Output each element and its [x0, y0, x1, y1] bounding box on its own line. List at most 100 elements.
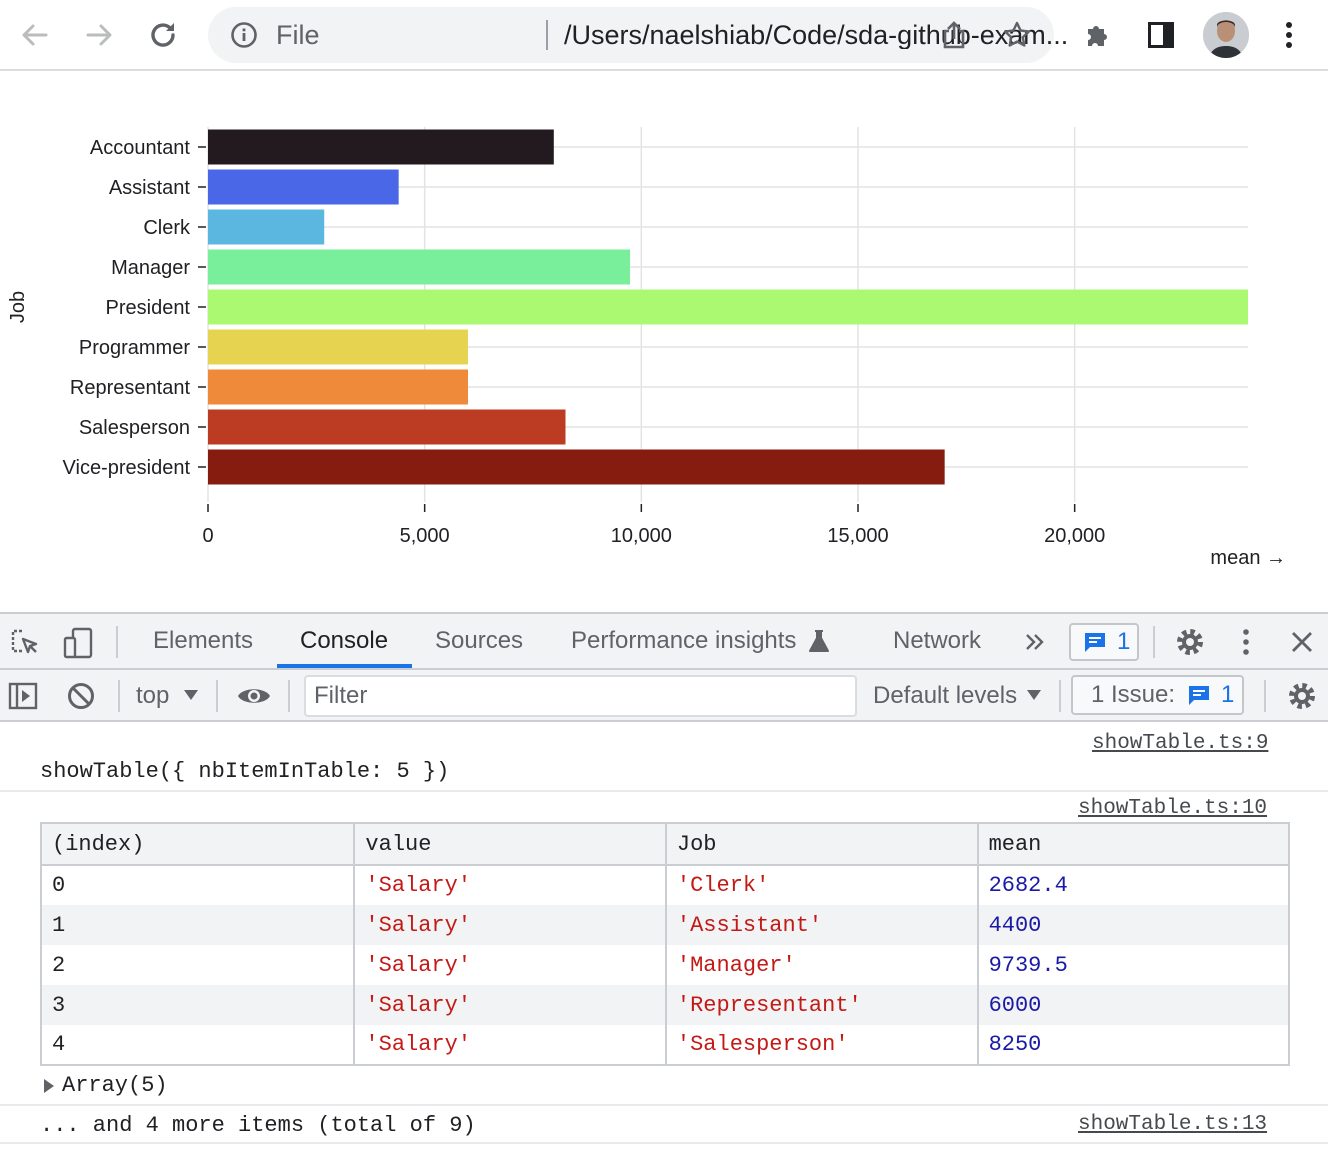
- job-cell: 'Manager': [664, 945, 979, 985]
- tab-sources[interactable]: Sources: [435, 627, 523, 655]
- y-axis-title: Job: [7, 291, 29, 323]
- log-levels-selector[interactable]: Default levels: [873, 682, 1017, 710]
- array-expander[interactable]: Array(5): [42, 1073, 168, 1098]
- sidebar-toggle-icon[interactable]: [8, 682, 38, 710]
- index-cell: 1: [39, 905, 356, 945]
- x-tick-label: 5,000: [400, 525, 450, 547]
- column-header[interactable]: Job: [664, 822, 979, 866]
- index-cell: 4: [39, 1025, 356, 1066]
- device-toolbar-icon[interactable]: [62, 626, 94, 660]
- y-tick-label: Representant: [70, 377, 191, 399]
- bar: [208, 289, 1248, 325]
- bar: [208, 369, 468, 405]
- browser-toolbar: File /Users/naelshiab/Code/sda-github-ex…: [0, 0, 1328, 71]
- avatar-image: [1203, 12, 1249, 58]
- index-cell: 0: [39, 865, 356, 905]
- x-axis-title: mean →: [1210, 547, 1286, 569]
- kebab-menu-icon: [1286, 22, 1292, 48]
- tab-divider: [116, 626, 118, 658]
- bar-chart: Accountant Assistant Clerk Manager President…: [0, 73, 1328, 613]
- source-link[interactable]: showTable.ts:13: [1078, 1113, 1267, 1136]
- y-tick-label: Assistant: [109, 177, 191, 199]
- chart-svg: Accountant Assistant Clerk Manager President…: [7, 127, 1286, 569]
- reload-button[interactable]: [142, 14, 184, 56]
- job-cell: 'Representant': [664, 985, 979, 1025]
- console-log-message: showTable({ nbItemInTable: 5 }): [40, 759, 450, 784]
- forward-arrow-icon: [86, 24, 112, 46]
- customize-menu-icon[interactable]: [1240, 627, 1252, 657]
- table-row: 1 'Salary' 'Assistant' 4400: [39, 905, 1291, 945]
- close-icon[interactable]: [1290, 630, 1314, 654]
- value-cell: 'Salary': [353, 905, 667, 945]
- address-bar[interactable]: File /Users/naelshiab/Code/sda-github-ex…: [208, 7, 1068, 63]
- chrome-menu-button[interactable]: [1268, 14, 1310, 56]
- profile-avatar[interactable]: [1203, 12, 1249, 58]
- index-cell: 2: [39, 945, 356, 985]
- bar: [208, 209, 325, 245]
- devtools-panel: Elements Console Sources Performance ins…: [0, 612, 1328, 1150]
- chevron-down-icon: [1027, 690, 1041, 700]
- tab-elements[interactable]: Elements: [153, 627, 253, 655]
- devtools-tab-bar: Elements Console Sources Performance ins…: [0, 614, 1328, 670]
- column-header[interactable]: value: [353, 822, 667, 866]
- index-cell: 3: [39, 985, 356, 1025]
- side-panel-button[interactable]: [1140, 14, 1182, 56]
- job-cell: 'Clerk': [664, 865, 979, 905]
- messages-badge[interactable]: 1: [1069, 623, 1139, 661]
- y-tick-label: Vice-president: [63, 457, 191, 479]
- puzzle-piece-icon: [1088, 26, 1107, 46]
- mean-cell: 9739.5: [976, 945, 1291, 985]
- filter-input[interactable]: [306, 677, 855, 715]
- mean-cell: 4400: [976, 905, 1291, 945]
- column-header[interactable]: mean: [976, 822, 1291, 866]
- table-row: 0 'Salary' 'Clerk' 2682.4: [39, 865, 1291, 905]
- tab-network[interactable]: Network: [893, 627, 981, 655]
- side-panel-icon: [1148, 22, 1174, 48]
- console-toolbar: top Default levels 1 Issue: 1: [0, 670, 1328, 722]
- extensions-button[interactable]: [1077, 14, 1119, 56]
- reload-icon: [151, 23, 175, 47]
- bookmark-star-icon[interactable]: [1002, 20, 1032, 50]
- column-header[interactable]: (index): [39, 822, 356, 866]
- toolbar-divider: [1264, 680, 1266, 712]
- mean-cell: 2682.4: [976, 865, 1291, 905]
- source-link[interactable]: showTable.ts:10: [1078, 797, 1267, 820]
- issues-button[interactable]: 1 Issue: 1: [1071, 675, 1244, 715]
- inspect-element-icon[interactable]: [10, 628, 40, 658]
- expand-triangle-icon: [44, 1078, 54, 1093]
- settings-gear-icon[interactable]: [1174, 626, 1206, 658]
- source-link[interactable]: showTable.ts:9: [1092, 732, 1268, 755]
- x-tick-label: 10,000: [611, 525, 672, 547]
- context-selector[interactable]: top: [136, 682, 169, 710]
- share-icon[interactable]: [940, 20, 968, 50]
- y-tick-label: Salesperson: [79, 417, 190, 439]
- live-expression-eye-icon[interactable]: [236, 683, 272, 709]
- y-tick-label: Manager: [111, 257, 190, 279]
- omnibox-divider: [546, 20, 548, 50]
- tab-performance-insights[interactable]: Performance insights: [571, 627, 796, 655]
- x-tick-label: 15,000: [827, 525, 888, 547]
- info-icon[interactable]: [230, 21, 258, 49]
- forward-button[interactable]: [78, 14, 120, 56]
- value-cell: 'Salary': [353, 865, 667, 905]
- tab-divider: [1153, 626, 1155, 658]
- back-arrow-icon: [22, 24, 48, 46]
- bar: [208, 129, 554, 165]
- y-tick-label: Clerk: [143, 217, 191, 239]
- bar: [208, 409, 566, 445]
- toolbar-divider: [216, 680, 218, 712]
- x-tick-label: 20,000: [1044, 525, 1105, 547]
- value-cell: 'Salary': [353, 1025, 667, 1066]
- filter-field[interactable]: [304, 675, 857, 717]
- url-text[interactable]: /Users/naelshiab/Code/sda-github-exam...: [564, 21, 1124, 49]
- back-button[interactable]: [14, 14, 56, 56]
- bar: [208, 449, 945, 485]
- x-tick-label: 0: [202, 525, 213, 547]
- table-row: 2 'Salary' 'Manager' 9739.5: [39, 945, 1291, 985]
- toolbar-divider: [1059, 680, 1061, 712]
- console-settings-gear-icon[interactable]: [1286, 680, 1318, 712]
- clear-console-icon[interactable]: [66, 681, 96, 711]
- message-icon: [1085, 633, 1105, 652]
- more-tabs-icon[interactable]: [1025, 632, 1045, 652]
- tab-console[interactable]: Console: [300, 627, 388, 655]
